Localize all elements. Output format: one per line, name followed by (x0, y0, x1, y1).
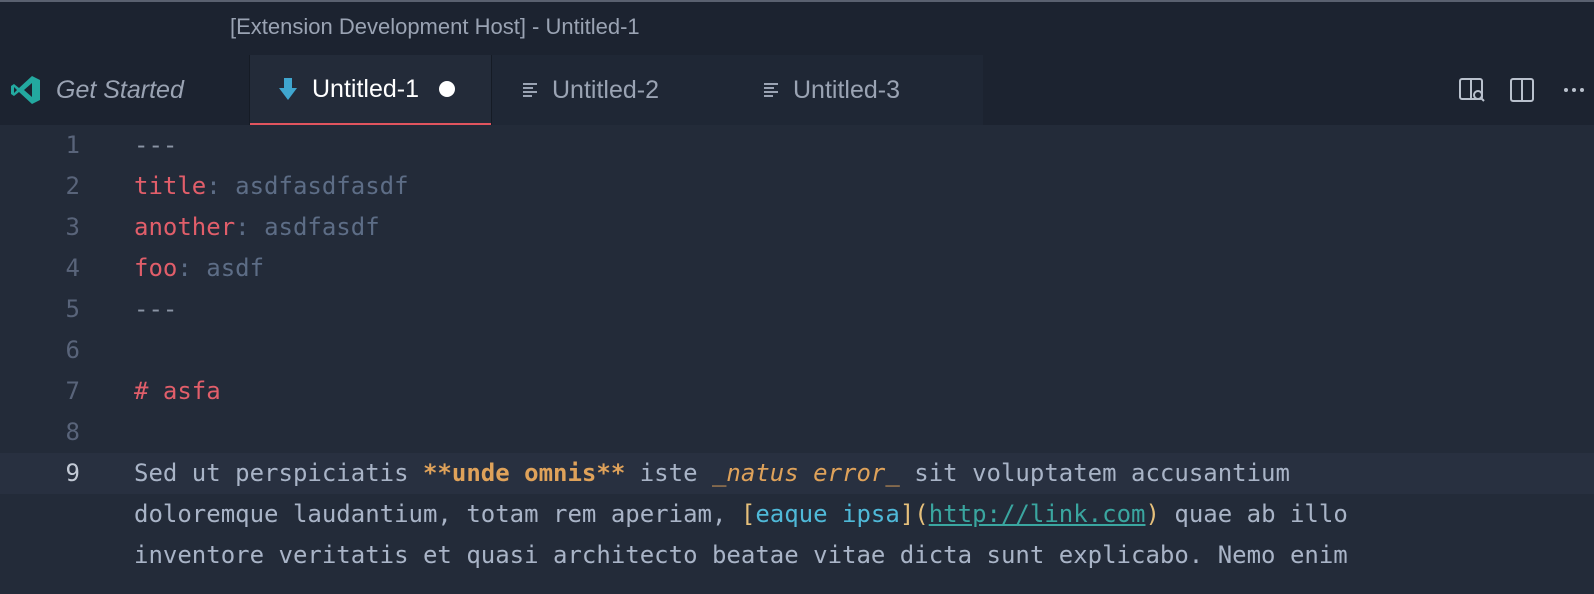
code-line[interactable]: 2 title: asdfasdfasdf (0, 166, 1594, 207)
yaml-colon: : (235, 213, 265, 241)
yaml-value: asdfasdf (264, 213, 380, 241)
yaml-value: asdfasdfasdf (235, 172, 409, 200)
line-number: 2 (65, 172, 80, 200)
code-line[interactable]: 8 (0, 412, 1594, 453)
code-line[interactable]: 3 another: asdfasdf (0, 207, 1594, 248)
wrapped-line[interactable]: doloremque laudantium, totam rem aperiam… (0, 494, 1594, 535)
paragraph-text: Sed ut perspiciatis (134, 459, 423, 487)
link-text: eaque ipsa (755, 500, 900, 528)
paragraph-text: iste (625, 459, 712, 487)
tab-label: Get Started (56, 75, 184, 104)
paragraph-text: sit voluptatem accusantium (899, 459, 1290, 487)
tab-untitled-2[interactable]: Untitled-2 (492, 55, 737, 125)
tab-get-started[interactable]: Get Started (0, 55, 250, 125)
code-line[interactable]: 7 # asfa (0, 371, 1594, 412)
frontmatter-delimiter: --- (134, 295, 178, 323)
yaml-colon: : (206, 172, 236, 200)
lines-icon (522, 81, 540, 99)
tab-label: Untitled-1 (312, 74, 419, 103)
line-number: 7 (65, 377, 80, 405)
yaml-colon: : (177, 254, 207, 282)
bold-text: **unde omnis** (422, 459, 626, 487)
markdown-down-arrow-icon (278, 77, 298, 101)
link-bracket: ]( (899, 500, 929, 528)
frontmatter-delimiter: --- (134, 131, 178, 159)
tab-label: Untitled-3 (793, 75, 900, 104)
code-line[interactable]: 1 --- (0, 125, 1594, 166)
wrapped-line[interactable]: inventore veritatis et quasi architecto … (0, 535, 1594, 576)
tab-untitled-1[interactable]: Untitled-1 (250, 55, 492, 125)
yaml-key: title (134, 172, 207, 200)
yaml-key: another (134, 213, 236, 241)
window-title: [Extension Development Host] - Untitled-… (230, 14, 640, 39)
yaml-key: foo (134, 254, 178, 282)
lines-icon (763, 81, 781, 99)
tab-bar: Get Started Untitled-1 Untitled-2 Untitl… (0, 55, 1594, 125)
editor-actions (1454, 55, 1594, 125)
code-line[interactable]: 6 (0, 330, 1594, 371)
link-bracket: ) (1145, 500, 1160, 528)
line-number: 6 (65, 336, 80, 364)
line-number: 5 (65, 295, 80, 323)
open-preview-icon[interactable] (1454, 72, 1490, 108)
yaml-value: asdf (206, 254, 265, 282)
split-editor-icon[interactable] (1504, 72, 1540, 108)
editor[interactable]: 1 --- 2 title: asdfasdfasdf 3 another: a… (0, 125, 1594, 594)
paragraph-text: inventore veritatis et quasi architecto … (134, 541, 1348, 569)
tab-label: Untitled-2 (552, 75, 659, 104)
paragraph-text: quae ab illo (1159, 500, 1348, 528)
markdown-heading: # asfa (134, 377, 221, 405)
link-bracket: [ (740, 500, 756, 528)
vscode-logo-icon (10, 74, 42, 106)
line-number: 9 (65, 459, 80, 487)
paragraph-text: doloremque laudantium, totam rem aperiam… (134, 500, 741, 528)
more-actions-icon[interactable] (1554, 72, 1594, 108)
italic-text: _natus error_ (711, 459, 900, 487)
line-number: 1 (65, 131, 80, 159)
current-line[interactable]: 9 Sed ut perspiciatis **unde omnis** ist… (0, 453, 1594, 494)
code-line[interactable]: 4 foo: asdf (0, 248, 1594, 289)
title-bar: [Extension Development Host] - Untitled-… (0, 0, 1594, 55)
tab-untitled-3[interactable]: Untitled-3 (737, 55, 983, 125)
code-line[interactable]: 5 --- (0, 289, 1594, 330)
line-number: 3 (65, 213, 80, 241)
link-url[interactable]: http://link.com (929, 500, 1146, 528)
line-number: 4 (65, 254, 80, 282)
line-number: 8 (65, 418, 80, 446)
unsaved-dot-icon[interactable] (439, 81, 455, 97)
